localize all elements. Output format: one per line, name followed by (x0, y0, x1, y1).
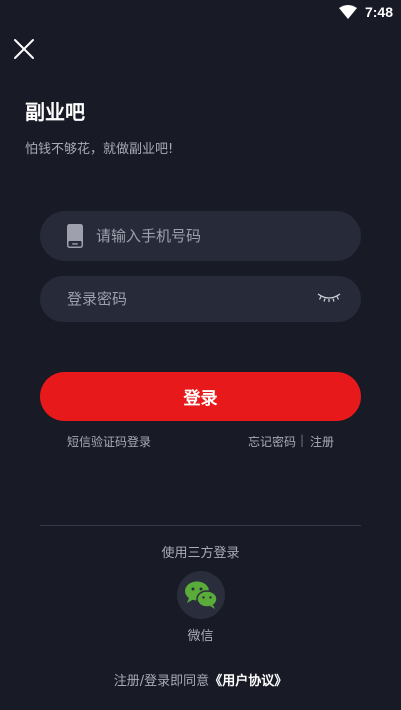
register-link[interactable]: 注册 (310, 433, 334, 450)
wechat-login-button[interactable] (177, 571, 225, 619)
phone-icon (67, 224, 83, 248)
password-input[interactable] (67, 276, 317, 322)
close-button[interactable] (12, 37, 36, 61)
wechat-icon (185, 581, 218, 609)
phone-input[interactable] (96, 211, 346, 261)
wifi-icon (339, 5, 357, 19)
agreement-text: 注册/登录即同意《用户协议》 (0, 670, 401, 689)
password-field-container (40, 276, 361, 322)
third-party-label: 使用三方登录 (161, 546, 240, 561)
phone-field-container (40, 211, 361, 261)
page-title: 副业吧 (25, 100, 85, 124)
sms-login-link[interactable]: 短信验证码登录 (67, 433, 151, 450)
page-slogan: 怕钱不够花，就做副业吧! (25, 142, 174, 157)
eye-closed-icon[interactable] (317, 292, 341, 304)
user-agreement-link[interactable]: 《用户协议》 (209, 674, 287, 689)
forgot-password-link[interactable]: 忘记密码 (248, 433, 296, 450)
section-divider (40, 525, 361, 526)
close-icon (14, 39, 34, 59)
link-separator: | (300, 433, 305, 447)
status-time: 7:48 (364, 4, 393, 20)
agreement-prefix: 注册/登录即同意 (113, 674, 210, 689)
wechat-label: 微信 (187, 629, 214, 644)
status-bar: 7:48 (0, 0, 401, 26)
login-button[interactable]: 登录 (40, 372, 361, 421)
